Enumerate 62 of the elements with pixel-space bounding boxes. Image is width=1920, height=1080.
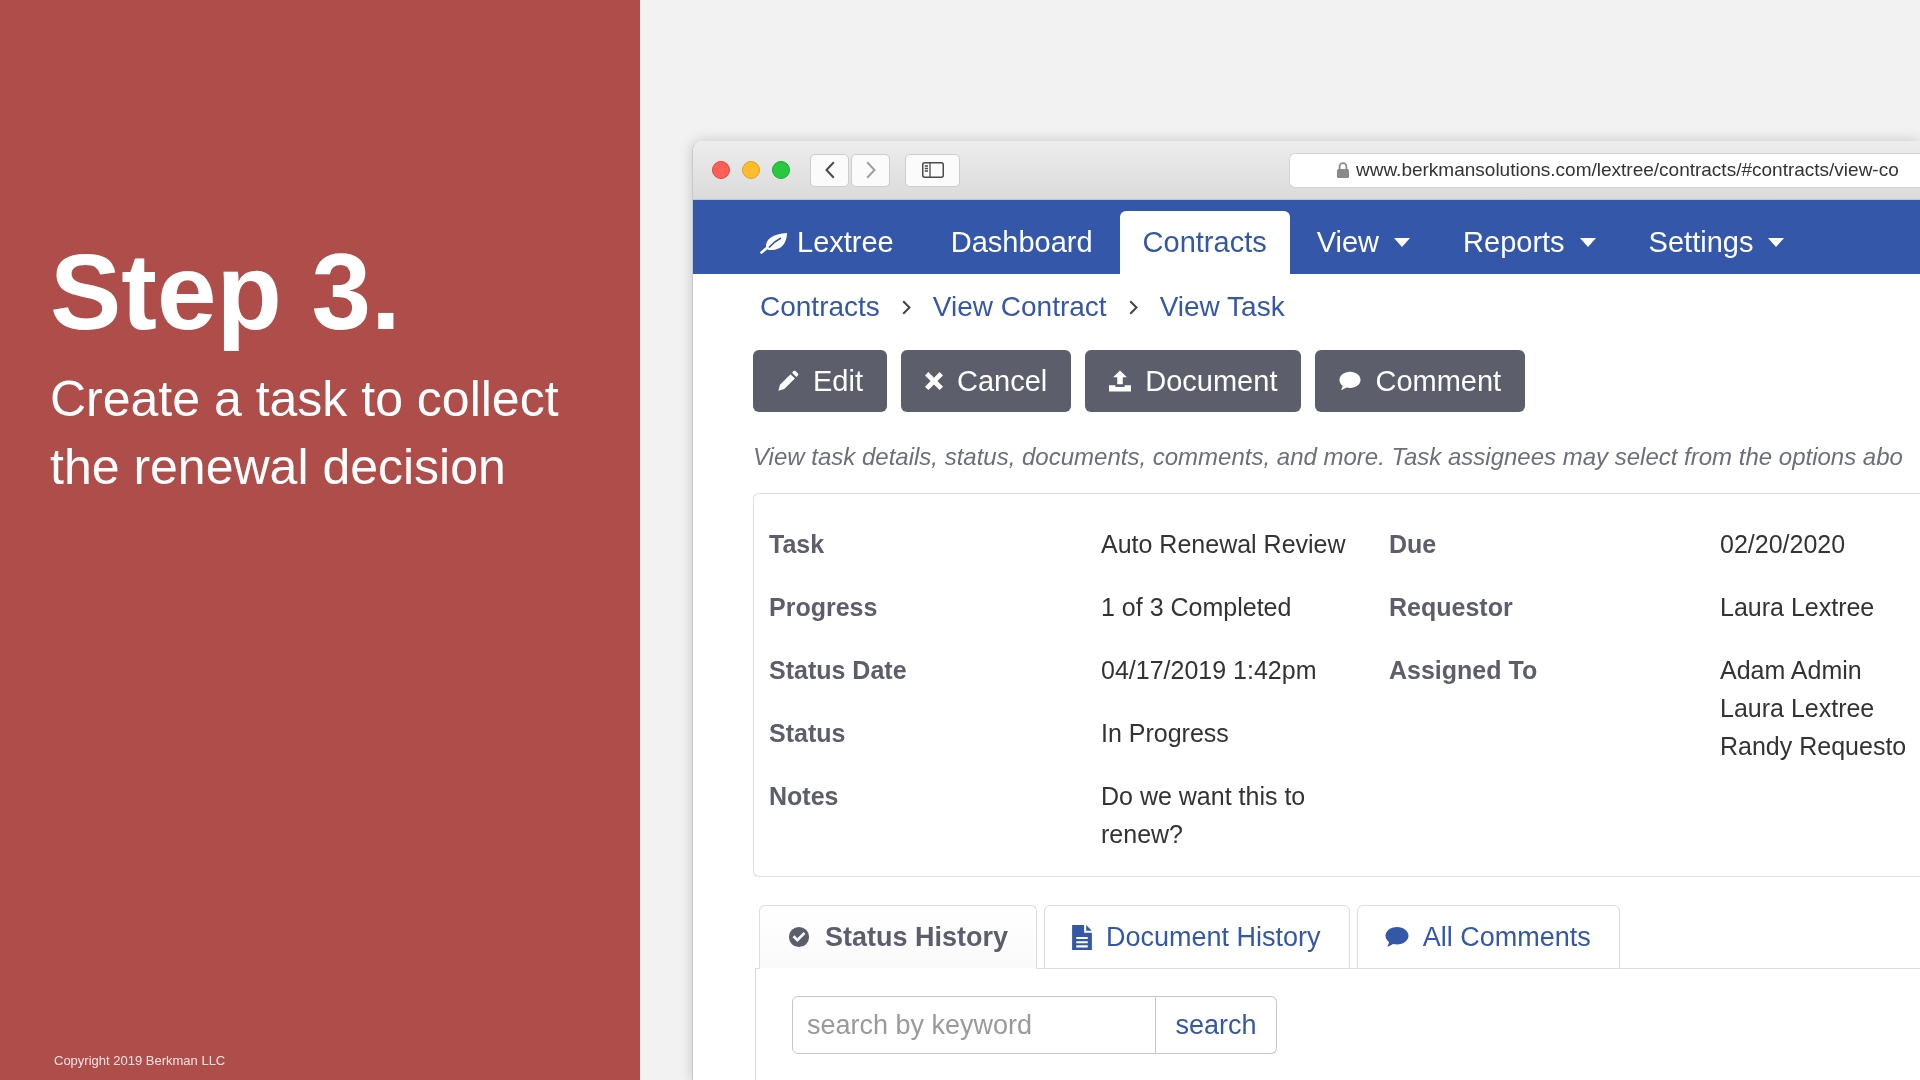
- upload-button[interactable]: Document: [1085, 350, 1302, 412]
- pencil-icon: [777, 370, 799, 392]
- lock-icon: [1337, 162, 1349, 178]
- back-button[interactable]: [810, 153, 849, 187]
- nav-link[interactable]: Dashboard: [927, 211, 1116, 274]
- minimize-icon[interactable]: [742, 161, 760, 179]
- nav-dropdown[interactable]: Settings: [1625, 211, 1811, 274]
- breadcrumb-link[interactable]: Contracts: [760, 290, 880, 324]
- nav-link[interactable]: Contracts: [1119, 211, 1290, 274]
- field-label: Status Date: [769, 655, 908, 686]
- chevron-right-icon: [865, 161, 876, 179]
- field-value: Laura Lextree: [1720, 592, 1876, 623]
- field-label: Status: [769, 718, 847, 749]
- field-value: Auto Renewal Review: [1101, 529, 1347, 560]
- chevron-left-icon: [824, 161, 835, 179]
- comment-button[interactable]: Comment: [1315, 350, 1526, 412]
- nav-dropdown[interactable]: View: [1293, 211, 1437, 274]
- copyright-text: Copyright 2019 Berkman LLC: [54, 1053, 226, 1068]
- field-label: Notes: [769, 781, 840, 812]
- speech-bubble-icon: [1384, 926, 1409, 948]
- cross-icon: [925, 372, 943, 390]
- document-icon: [1072, 924, 1093, 950]
- sidebar-button[interactable]: [905, 153, 960, 187]
- field-label: Due: [1389, 529, 1438, 560]
- field-value: 02/20/2020: [1720, 529, 1847, 560]
- leaf-icon: [760, 231, 788, 254]
- field-value: Laura Lextree: [1720, 693, 1876, 724]
- caret-down-icon: [1579, 238, 1596, 247]
- search-field[interactable]: search by keyword: [792, 996, 1156, 1054]
- tab[interactable]: All Comments: [1356, 905, 1620, 969]
- maximize-icon[interactable]: [772, 161, 790, 179]
- chevron-right-icon: [1128, 299, 1138, 315]
- field-label: Assigned To: [1389, 655, 1539, 686]
- field-value: Do we want this to renew?: [1101, 781, 1307, 850]
- address-bar[interactable]: www.berkmansolutions.com/lextree/contracts/#contracts/view-co: [1289, 152, 1920, 188]
- field-value: In Progress: [1101, 718, 1230, 749]
- field-value: 04/17/2019 1:42pm: [1101, 655, 1318, 686]
- search-button[interactable]: search: [1156, 996, 1277, 1054]
- field-value: Adam Admin: [1720, 655, 1863, 686]
- field-value: 1 of 3 Completed: [1101, 592, 1293, 623]
- slide-heading: Step 3.: [50, 231, 402, 354]
- nav-dropdown[interactable]: Reports: [1440, 211, 1622, 274]
- brand-link[interactable]: Lextree: [737, 211, 917, 274]
- chevron-right-icon: [901, 299, 911, 315]
- breadcrumb-link[interactable]: View Contract: [932, 290, 1107, 324]
- page-description: View task details, status, documents, comments, and more. Task assignees may select from the options abo: [753, 442, 1904, 472]
- tab[interactable]: Status History: [759, 905, 1038, 969]
- caret-down-icon: [1768, 238, 1785, 247]
- speech-bubble-icon: [1339, 370, 1362, 392]
- tab[interactable]: Document History: [1044, 905, 1350, 969]
- edit-button[interactable]: Edit: [753, 350, 887, 412]
- slide-subtitle: Create a task to collect the renewal decision: [50, 370, 560, 497]
- close-icon[interactable]: [712, 161, 730, 179]
- caret-down-icon: [1394, 238, 1411, 247]
- field-label: Task: [769, 529, 826, 560]
- field-label: Progress: [769, 592, 879, 623]
- field-value: Randy Requesto: [1720, 731, 1907, 762]
- cancel-button[interactable]: Cancel: [901, 350, 1072, 412]
- upload-icon: [1109, 370, 1132, 392]
- breadcrumb-link[interactable]: View Task: [1159, 290, 1285, 324]
- sidebar-icon: [921, 162, 944, 178]
- field-label: Requestor: [1389, 592, 1514, 623]
